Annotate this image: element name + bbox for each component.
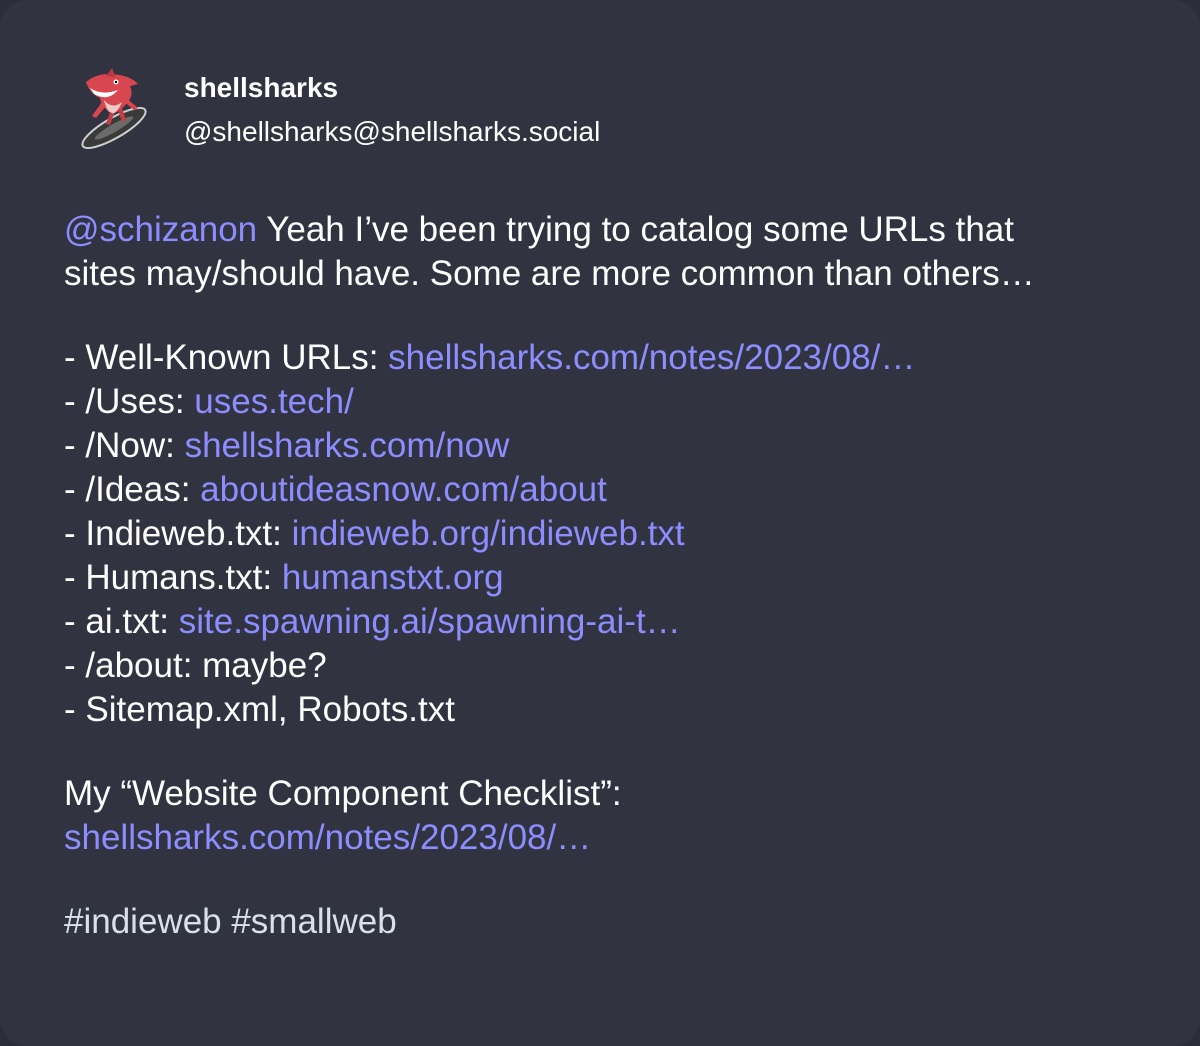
list-item-link[interactable]: shellsharks.com/notes/2023/08/… <box>388 338 915 377</box>
intro-paragraph: @schizanon Yeah I’ve been trying to cata… <box>64 208 1144 296</box>
list-item: - Humans.txt: humanstxt.org <box>64 556 1144 600</box>
account-handle[interactable]: @shellsharks@shellsharks.social <box>184 118 600 146</box>
list-item: - Well-Known URLs: shellsharks.com/notes… <box>64 336 1144 380</box>
list-item-label: - /Now: <box>64 426 185 465</box>
list-item-link[interactable]: site.spawning.ai/spawning-ai-t… <box>179 602 681 641</box>
list-item: - /Uses: uses.tech/ <box>64 380 1144 424</box>
checklist-paragraph: My “Website Component Checklist”: shells… <box>64 772 1144 860</box>
list-item-label: - /Uses: <box>64 382 195 421</box>
list-item: - /Now: shellsharks.com/now <box>64 424 1144 468</box>
list-item-link[interactable]: indieweb.org/indieweb.txt <box>292 514 685 553</box>
post-content: @schizanon Yeah I’ve been trying to cata… <box>64 208 1144 984</box>
url-list: - Well-Known URLs: shellsharks.com/notes… <box>64 336 1144 732</box>
list-item-label: - Indieweb.txt: <box>64 514 292 553</box>
list-item: - /Ideas: aboutideasnow.com/about <box>64 468 1144 512</box>
list-item-label: - Humans.txt: <box>64 558 282 597</box>
list-item: - ai.txt: site.spawning.ai/spawning-ai-t… <box>64 600 1144 644</box>
list-item: - Sitemap.xml, Robots.txt <box>64 688 1144 732</box>
list-item-link[interactable]: shellsharks.com/now <box>185 426 510 465</box>
intro-text-1: Yeah I’ve been trying to catalog some UR… <box>257 210 1014 249</box>
intro-line-1: @schizanon Yeah I’ve been trying to cata… <box>64 208 1144 252</box>
list-item-label: - ai.txt: <box>64 602 179 641</box>
list-item-link[interactable]: humanstxt.org <box>282 558 504 597</box>
hashtags[interactable]: #indieweb #smallweb <box>64 900 1144 944</box>
list-item-link[interactable]: aboutideasnow.com/about <box>200 470 607 509</box>
checklist-label: My “Website Component Checklist”: <box>64 774 622 813</box>
list-item: - Indieweb.txt: indieweb.org/indieweb.tx… <box>64 512 1144 556</box>
post-header: shellsharks @shellsharks@shellsharks.soc… <box>72 68 600 154</box>
display-name[interactable]: shellsharks <box>184 74 600 102</box>
list-item: - /about: maybe? <box>64 644 1144 688</box>
checklist-link[interactable]: shellsharks.com/notes/2023/08/… <box>64 816 1144 860</box>
list-item-label: - Sitemap.xml, Robots.txt <box>64 690 455 729</box>
intro-line-2: sites may/should have. Some are more com… <box>64 254 1035 293</box>
shark-avatar-icon[interactable] <box>72 68 152 154</box>
list-item-label: - /about: maybe? <box>64 646 327 685</box>
list-item-label: - /Ideas: <box>64 470 201 509</box>
mention-link[interactable]: @schizanon <box>64 210 257 249</box>
list-item-label: - Well-Known URLs: <box>64 338 389 377</box>
author-names: shellsharks @shellsharks@shellsharks.soc… <box>184 68 600 146</box>
list-item-link[interactable]: uses.tech/ <box>194 382 354 421</box>
post-card: shellsharks @shellsharks@shellsharks.soc… <box>0 0 1200 1046</box>
